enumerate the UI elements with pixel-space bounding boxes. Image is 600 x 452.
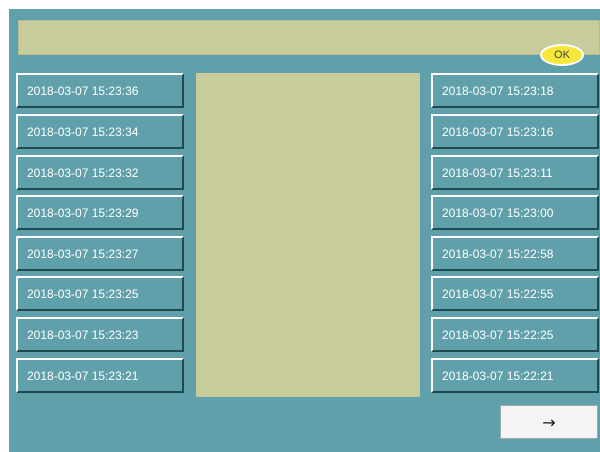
timestamp-button[interactable]: 2018-03-07 15:22:55 xyxy=(431,276,599,311)
timestamp-button[interactable]: 2018-03-07 15:23:16 xyxy=(431,114,599,149)
timestamp-button[interactable]: 2018-03-07 15:23:29 xyxy=(16,195,184,230)
timestamp-button[interactable]: 2018-03-07 15:22:25 xyxy=(431,317,599,352)
timestamp-button[interactable]: 2018-03-07 15:22:21 xyxy=(431,358,599,393)
next-page-button[interactable]: → xyxy=(500,405,598,439)
timestamp-button[interactable]: 2018-03-07 15:22:58 xyxy=(431,236,599,271)
timestamp-button[interactable]: 2018-03-07 15:23:23 xyxy=(16,317,184,352)
input-display-bar xyxy=(18,20,600,55)
timestamp-button[interactable]: 2018-03-07 15:23:00 xyxy=(431,195,599,230)
screen: OK 2018-03-07 15:23:36 2018-03-07 15:23:… xyxy=(9,9,600,452)
timestamp-button[interactable]: 2018-03-07 15:23:36 xyxy=(16,73,184,108)
timestamp-button[interactable]: 2018-03-07 15:23:25 xyxy=(16,276,184,311)
timestamp-button[interactable]: 2018-03-07 15:23:34 xyxy=(16,114,184,149)
arrow-right-icon: → xyxy=(542,412,556,432)
center-display-panel xyxy=(196,73,420,397)
timestamp-button[interactable]: 2018-03-07 15:23:21 xyxy=(16,358,184,393)
ok-button[interactable]: OK xyxy=(540,44,584,66)
timestamp-button[interactable]: 2018-03-07 15:23:18 xyxy=(431,73,599,108)
timestamp-button[interactable]: 2018-03-07 15:23:32 xyxy=(16,155,184,190)
timestamp-button[interactable]: 2018-03-07 15:23:11 xyxy=(431,155,599,190)
timestamp-button[interactable]: 2018-03-07 15:23:27 xyxy=(16,236,184,271)
